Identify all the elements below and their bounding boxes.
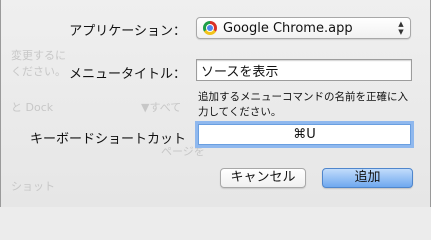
application-label: アプリケーション： — [69, 24, 186, 39]
add-button[interactable]: 追加 — [322, 168, 413, 188]
background-text: と Dock — [11, 101, 54, 114]
up-down-arrows-icon: ▲ ▼ — [398, 20, 404, 36]
shortcut-field[interactable] — [198, 124, 411, 145]
background-text: ▼すべて — [141, 101, 182, 114]
application-popup[interactable]: Google Chrome.app ▲ ▼ — [196, 17, 411, 39]
menu-title-field[interactable] — [196, 59, 412, 81]
add-shortcut-sheet: 変更するに ください。 と Dock ▼すべて ページを ショット アプリケーシ… — [0, 0, 431, 207]
menu-title-label: メニュータイトル： — [68, 67, 186, 82]
menu-title-hint: 追加するメニューコマンドの名前を正確に入力してください。 — [198, 91, 408, 118]
background-text: 変更するに — [11, 49, 66, 62]
chrome-icon — [203, 21, 217, 35]
background-text: ください。 — [11, 65, 66, 78]
background-text: ショット — [11, 180, 55, 193]
shortcut-label: キーボードショートカット — [29, 132, 186, 147]
application-popup-value: Google Chrome.app — [223, 21, 353, 36]
cancel-button[interactable]: キャンセル — [220, 168, 306, 188]
